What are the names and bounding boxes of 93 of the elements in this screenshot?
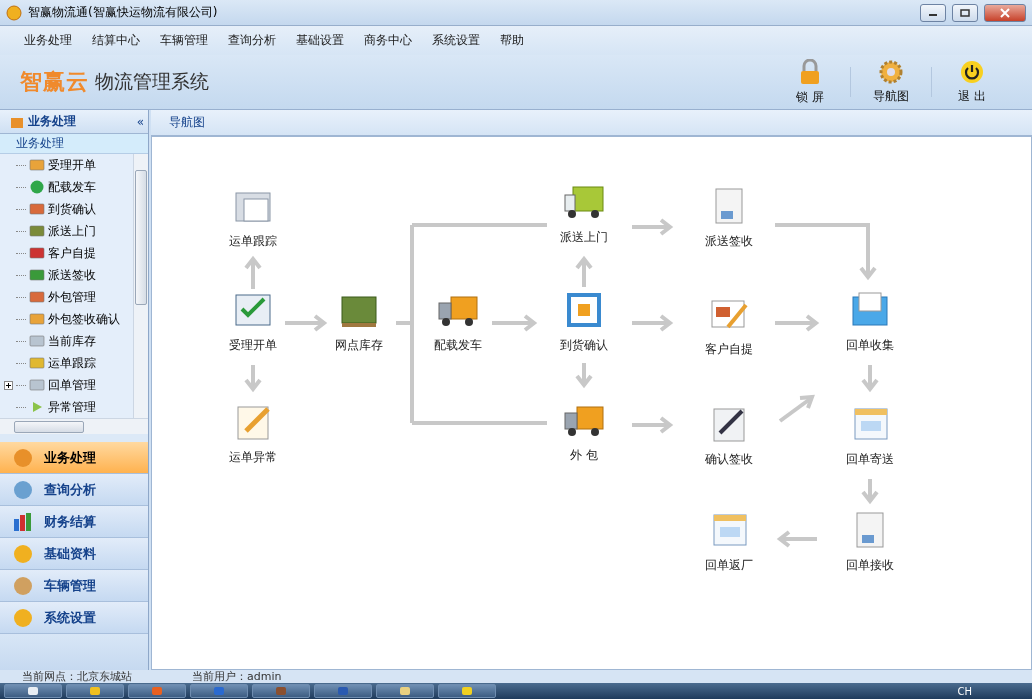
tree-item[interactable]: 到货确认: [48, 200, 96, 218]
app-icon: [6, 4, 22, 21]
logo: 智赢云: [20, 68, 89, 96]
tab[interactable]: 导航图: [157, 114, 217, 131]
collapse-button[interactable]: «: [136, 114, 144, 129]
diagram-node-label[interactable]: 外 包: [570, 447, 598, 464]
taskbar-button[interactable]: [438, 684, 496, 698]
diagram-node-label[interactable]: 回单接收: [846, 557, 894, 574]
menu-item[interactable]: 商务中心: [354, 32, 422, 49]
diagram-node-label[interactable]: 回单寄送: [846, 451, 894, 468]
arrow: [778, 394, 815, 423]
tree-item[interactable]: 客户自提: [48, 244, 96, 262]
section-tab[interactable]: 查询分析: [0, 474, 148, 506]
diagram-node-label[interactable]: 派送上门: [560, 229, 608, 246]
section-tab[interactable]: 车辆管理: [0, 570, 148, 602]
language-indicator: CH: [957, 685, 972, 697]
tree-item[interactable]: 派送上门: [48, 222, 96, 240]
status-text: 当前网点：北京东城站: [22, 669, 132, 684]
status-text: 当前用户：admin: [192, 669, 282, 684]
section-tab[interactable]: 财务结算: [0, 506, 148, 538]
close-icon: [1000, 7, 1010, 18]
arrow: [632, 416, 674, 434]
app-icon: [151, 686, 163, 696]
menu-item[interactable]: 帮助: [490, 32, 534, 49]
exit-button[interactable]: 退 出: [932, 57, 1012, 107]
tree-item[interactable]: 外包签收确认: [48, 310, 120, 328]
app-icon: [399, 686, 411, 696]
app-icon: [275, 686, 287, 696]
diagram-node-label[interactable]: 客户自提: [705, 341, 753, 358]
bar-chart-icon: [12, 510, 34, 533]
diagram-node-label[interactable]: 到货确认: [560, 337, 608, 354]
taskbar-button[interactable]: [4, 684, 62, 698]
power-icon: [960, 59, 984, 84]
taskbar-button[interactable]: [66, 684, 124, 698]
tree-item[interactable]: 当前库存: [48, 332, 96, 350]
diagram-node-label[interactable]: 回单返厂: [705, 557, 753, 574]
arrow: [861, 365, 879, 393]
arrow: [776, 530, 817, 548]
diagram-node-label[interactable]: 受理开单: [229, 337, 277, 354]
arrow: [244, 255, 262, 289]
close-button[interactable]: [984, 3, 1026, 22]
arrow: [492, 314, 538, 332]
navigation-button[interactable]: 导航图: [851, 57, 931, 107]
diagram-node-label[interactable]: 配载发车: [434, 337, 482, 354]
arrow: [632, 218, 674, 236]
arrow: [285, 314, 328, 332]
system-name: 物流管理系统: [95, 69, 210, 94]
app-icon: [213, 686, 225, 696]
menu-item[interactable]: 查询分析: [218, 32, 286, 49]
diagram-node-label[interactable]: 派送签收: [705, 233, 753, 250]
taskbar-button[interactable]: [376, 684, 434, 698]
menu-item[interactable]: 系统设置: [422, 32, 490, 49]
diagram-node-label[interactable]: 网点库存: [335, 337, 383, 354]
tree-item[interactable]: 外包管理: [48, 288, 96, 306]
menu-item[interactable]: 基础设置: [286, 32, 354, 49]
app-icon: [89, 686, 101, 696]
lock-button[interactable]: 锁 屏: [770, 57, 850, 107]
group-header: 业务处理: [0, 134, 148, 154]
arrow: [575, 255, 593, 287]
tree-item[interactable]: 运单跟踪: [48, 354, 96, 372]
arrow: [775, 314, 820, 332]
section-tab[interactable]: 业务处理: [0, 442, 148, 474]
horizontal-scrollbar[interactable]: [0, 418, 148, 434]
maximize-icon: [960, 8, 970, 17]
sidebar-title: 业务处理: [28, 113, 77, 130]
arrow: [632, 314, 674, 332]
tree-item[interactable]: 异常管理: [48, 398, 96, 416]
app-icon: [27, 686, 39, 696]
vertical-scrollbar[interactable]: [133, 154, 148, 418]
tree-item[interactable]: 配载发车: [48, 178, 96, 196]
diagram-node-label[interactable]: 运单跟踪: [229, 233, 277, 250]
menu-item[interactable]: 结算中心: [82, 32, 150, 49]
padlock-icon: [799, 58, 821, 85]
tree-item[interactable]: 派送签收: [48, 266, 96, 284]
expand-toggle[interactable]: [4, 380, 13, 390]
menu-item[interactable]: 车辆管理: [150, 32, 218, 49]
section-tab[interactable]: 系统设置: [0, 602, 148, 634]
arrow: [575, 363, 593, 389]
maximize-button[interactable]: [952, 3, 978, 22]
diagram-node-label[interactable]: 运单异常: [229, 449, 277, 466]
diagram-node-label[interactable]: 确认签收: [705, 451, 753, 468]
check-circle-icon: [29, 180, 45, 194]
app-icon: [461, 686, 473, 696]
menu-item[interactable]: 业务处理: [14, 32, 82, 49]
tree-item[interactable]: 受理开单: [48, 156, 96, 174]
window-title: 智赢物流通(智赢快运物流有限公司): [28, 4, 219, 21]
diagram-node-label[interactable]: 回单收集: [846, 337, 894, 354]
arrow: [861, 479, 879, 505]
arrow: [244, 365, 262, 393]
tree-item[interactable]: 回单管理: [48, 376, 96, 394]
minimize-button[interactable]: [920, 3, 946, 22]
section-tab[interactable]: 基础资料: [0, 538, 148, 570]
app-icon: [337, 686, 349, 696]
